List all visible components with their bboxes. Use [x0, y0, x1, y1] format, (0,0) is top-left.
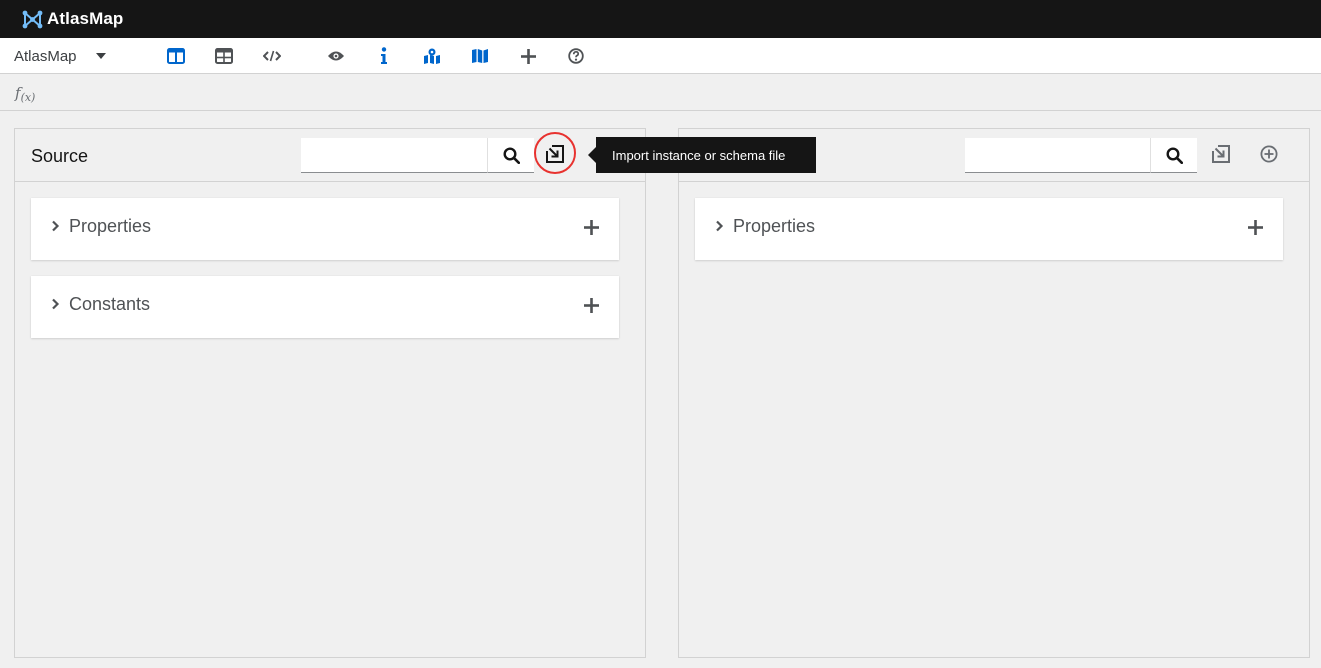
target-properties-card[interactable]: Properties [695, 198, 1283, 260]
add-property-icon[interactable] [1248, 220, 1263, 235]
add-property-icon[interactable] [584, 220, 599, 235]
brand-name: AtlasMap [47, 9, 124, 28]
help-icon[interactable] [566, 46, 586, 66]
add-constant-icon[interactable] [584, 298, 599, 313]
eye-icon[interactable] [326, 46, 346, 66]
source-panel: Source Properties Constants [14, 128, 646, 658]
brand[interactable]: AtlasMap [22, 9, 123, 29]
target-search-input[interactable] [965, 138, 1151, 173]
target-panel: Properties [678, 128, 1310, 658]
toolbar: AtlasMap [0, 38, 1321, 74]
source-search-input[interactable] [301, 138, 487, 173]
source-constants-card[interactable]: Constants [31, 276, 619, 338]
caret-down-icon [95, 53, 106, 59]
expression-bar: f(x) [0, 75, 1321, 111]
source-properties-card[interactable]: Properties [31, 198, 619, 260]
chevron-right-icon [52, 220, 60, 232]
chevron-right-icon [52, 298, 60, 310]
fx-button[interactable]: f(x) [15, 84, 35, 104]
map-icon[interactable] [470, 46, 490, 66]
search-icon [502, 146, 520, 164]
card-title: Constants [69, 294, 151, 314]
chevron-right-icon [716, 220, 724, 232]
info-icon[interactable] [374, 46, 394, 66]
masthead: AtlasMap [0, 0, 1321, 38]
card-title: Properties [69, 216, 152, 236]
source-panel-header: Source [15, 129, 645, 182]
import-file-icon[interactable] [543, 142, 567, 166]
import-file-icon[interactable] [1209, 142, 1233, 166]
source-panel-title: Source [31, 146, 89, 166]
search-icon [1165, 146, 1183, 164]
add-circle-icon[interactable] [1257, 142, 1281, 166]
atlasmap-logo-icon [22, 10, 43, 28]
fx-x-label: (x) [20, 91, 36, 104]
card-title: Properties [733, 216, 816, 236]
table-view-icon[interactable] [214, 46, 234, 66]
tooltip-text: Import instance or schema file [612, 147, 786, 163]
code-view-icon[interactable] [262, 46, 282, 66]
map-marker-icon[interactable] [422, 46, 442, 66]
target-search-button[interactable] [1150, 138, 1197, 173]
app-select-label: AtlasMap [14, 47, 77, 65]
columns-view-icon[interactable] [166, 46, 186, 66]
plus-icon[interactable] [518, 46, 538, 66]
app-select-dropdown[interactable]: AtlasMap [14, 38, 106, 74]
source-search-button[interactable] [487, 138, 534, 173]
import-tooltip: Import instance or schema file [588, 137, 816, 173]
